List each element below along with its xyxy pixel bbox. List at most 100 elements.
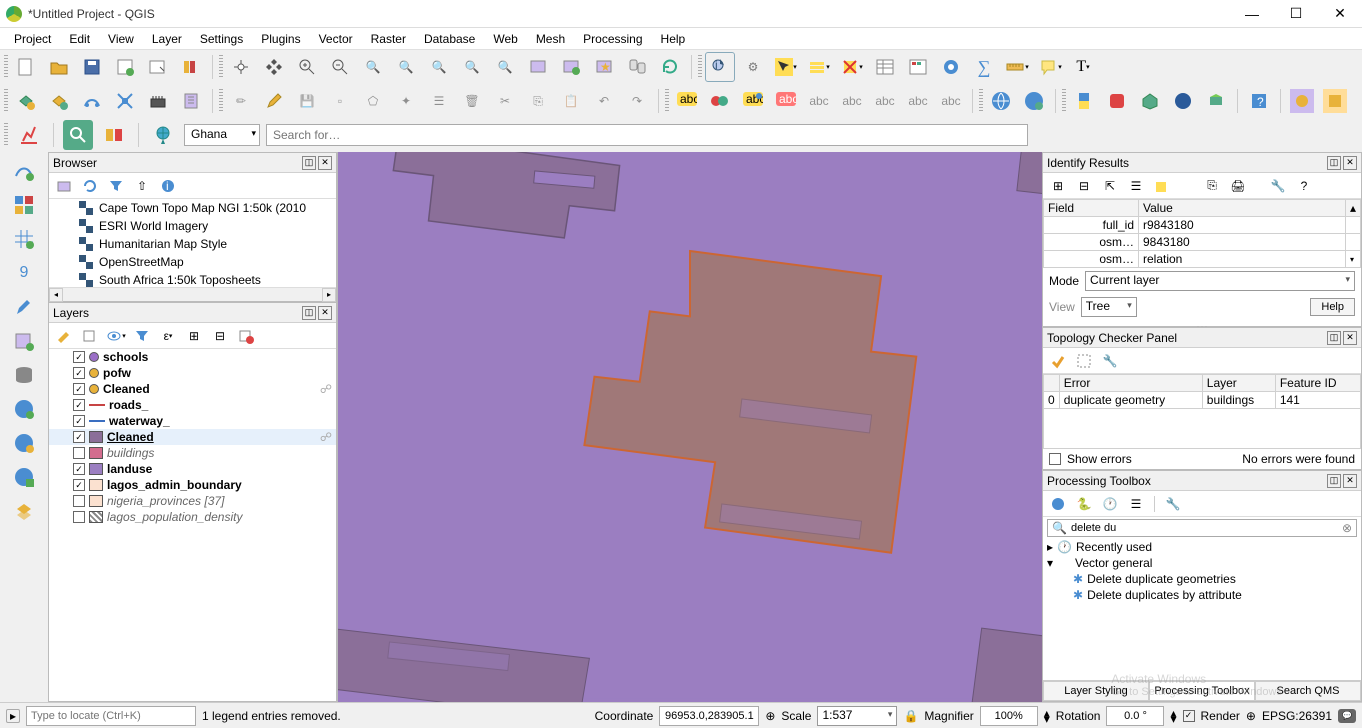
menu-mesh[interactable]: Mesh xyxy=(530,30,571,48)
show-bookmarks-button[interactable]: ★ xyxy=(589,52,619,82)
processing-search-input[interactable]: 🔍 ⊗ xyxy=(1047,519,1357,537)
layer-visibility-checkbox[interactable]: ✓ xyxy=(73,431,85,443)
toolbar-grip[interactable] xyxy=(4,55,8,79)
osm-download-button[interactable] xyxy=(986,86,1016,116)
menu-vector[interactable]: Vector xyxy=(313,30,359,48)
dock-button[interactable]: ◫ xyxy=(302,306,316,320)
layer-visibility-checkbox[interactable]: ✓ xyxy=(73,479,85,491)
pin-labels-button[interactable]: abc xyxy=(771,86,801,116)
menu-raster[interactable]: Raster xyxy=(365,30,412,48)
open-attribute-table-button[interactable] xyxy=(870,52,900,82)
layer-item[interactable]: ✓roads_ xyxy=(49,397,336,413)
zoom-last-button[interactable]: 🔍 xyxy=(457,52,487,82)
locator-input[interactable] xyxy=(26,706,196,726)
show-errors-checkbox[interactable] xyxy=(1049,453,1061,465)
copy-feature-icon[interactable]: ⎘ xyxy=(1201,175,1223,197)
layer-visibility-checkbox[interactable] xyxy=(73,447,85,459)
new-virtual-layer-button[interactable] xyxy=(176,86,206,116)
processing-panel-header[interactable]: Processing Toolbox ◫ ✕ xyxy=(1043,471,1361,491)
tab-search-qms[interactable]: Search QMS xyxy=(1255,681,1361,701)
layer-item[interactable]: ✓waterway_ xyxy=(49,413,336,429)
new-project-button[interactable] xyxy=(11,52,41,82)
toolbar-grip[interactable] xyxy=(219,89,223,113)
browser-scroll-h[interactable]: ◂▸ xyxy=(49,287,336,301)
python-console-button[interactable] xyxy=(1069,86,1099,116)
zoom-full-button[interactable]: 🔍 xyxy=(358,52,388,82)
collapse-all-icon[interactable]: ⇧ xyxy=(131,175,153,197)
toolbar-grip[interactable] xyxy=(4,123,8,147)
menu-settings[interactable]: Settings xyxy=(194,30,249,48)
add-group-icon[interactable] xyxy=(79,325,101,347)
browser-tree[interactable]: Cape Town Topo Map NGI 1:50k (2010 ESRI … xyxy=(49,199,336,287)
algorithm-delete-duplicates-by-attribute[interactable]: ✱Delete duplicates by attribute xyxy=(1043,587,1361,603)
help-button[interactable]: Help xyxy=(1310,298,1355,316)
add-vector-layer-icon[interactable] xyxy=(9,156,39,186)
menu-view[interactable]: View xyxy=(102,30,140,48)
properties-icon[interactable]: i xyxy=(157,175,179,197)
layer-item[interactable]: ✓pofw xyxy=(49,365,336,381)
select-by-value-button[interactable]: ▾ xyxy=(804,52,834,82)
menu-edit[interactable]: Edit xyxy=(63,30,96,48)
layer-item[interactable]: ✓schools xyxy=(49,349,336,365)
plugin-layers-icon[interactable] xyxy=(99,120,129,150)
add-delimited-text-icon[interactable]: 9 xyxy=(9,258,39,288)
menu-plugins[interactable]: Plugins xyxy=(255,30,306,48)
identify-features-button[interactable]: i xyxy=(705,52,735,82)
menu-processing[interactable]: Processing xyxy=(577,30,648,48)
menu-web[interactable]: Web xyxy=(487,30,523,48)
mode-dropdown[interactable]: Current layer xyxy=(1085,271,1355,291)
results-icon[interactable]: ☰ xyxy=(1125,493,1147,515)
manage-visibility-icon[interactable]: ▾ xyxy=(105,325,127,347)
refresh-button[interactable] xyxy=(655,52,685,82)
scale-dropdown[interactable]: 1:537 xyxy=(817,706,897,726)
close-button[interactable]: ✕ xyxy=(1318,0,1362,28)
model-designer-icon[interactable] xyxy=(1047,493,1069,515)
menu-database[interactable]: Database xyxy=(418,30,481,48)
layer-visibility-checkbox[interactable] xyxy=(73,495,85,507)
browser-panel-header[interactable]: Browser ◫ ✕ xyxy=(49,153,336,173)
messages-button[interactable]: 💬 xyxy=(1338,709,1356,723)
label-button[interactable]: abc xyxy=(672,86,702,116)
zoom-to-layer-button[interactable]: 🔍 xyxy=(424,52,454,82)
topology-errors-table[interactable]: ErrorLayerFeature ID 0duplicate geometry… xyxy=(1043,374,1361,409)
toolbar-grip[interactable] xyxy=(698,55,702,79)
expand-new-icon[interactable]: ⇱ xyxy=(1099,175,1121,197)
layer-visibility-checkbox[interactable] xyxy=(73,511,85,523)
add-postgis-icon[interactable] xyxy=(9,360,39,390)
maximize-button[interactable]: ☐ xyxy=(1274,0,1318,28)
toolbar-grip[interactable] xyxy=(979,89,983,113)
rotation-input[interactable] xyxy=(1106,706,1164,726)
dock-button[interactable]: ◫ xyxy=(1327,331,1341,345)
form-view-icon[interactable]: ☰ xyxy=(1125,175,1147,197)
render-checkbox[interactable]: ✓ xyxy=(1183,710,1195,722)
style-manager-button[interactable] xyxy=(176,52,206,82)
collapse-icon[interactable]: ▾ xyxy=(1047,556,1053,570)
add-mesh-layer-icon[interactable] xyxy=(9,224,39,254)
field-calculator-button[interactable] xyxy=(903,52,933,82)
new-geopackage-button[interactable] xyxy=(110,86,140,116)
pan-button[interactable] xyxy=(226,52,256,82)
close-panel-button[interactable]: ✕ xyxy=(1343,474,1357,488)
toolbox-button[interactable] xyxy=(936,52,966,82)
pan-to-selection-button[interactable] xyxy=(259,52,289,82)
add-wms-icon[interactable] xyxy=(9,394,39,424)
layer-item[interactable]: ✓landuse xyxy=(49,461,336,477)
dock-button[interactable]: ◫ xyxy=(1327,156,1341,170)
filter-icon[interactable] xyxy=(105,175,127,197)
clear-results-icon[interactable] xyxy=(1151,175,1173,197)
toolbar-grip[interactable] xyxy=(1062,89,1066,113)
dock-button[interactable]: ◫ xyxy=(302,156,316,170)
collapse-all-icon[interactable]: ⊟ xyxy=(209,325,231,347)
log-messages-button[interactable]: ▸ xyxy=(6,709,20,723)
processing-tree[interactable]: ▸🕐Recently used ▾Vector general ✱Delete … xyxy=(1043,539,1361,680)
help-icon[interactable]: ? xyxy=(1293,175,1315,197)
new-print-layout-button[interactable] xyxy=(110,52,140,82)
plugin-b-button[interactable] xyxy=(1135,86,1165,116)
configure-icon[interactable]: 🔧 xyxy=(1099,350,1121,372)
highlight-pinned-button[interactable]: abc xyxy=(738,86,768,116)
crs-icon[interactable]: ⊕ xyxy=(1246,709,1256,723)
plugin-e-button[interactable] xyxy=(1287,86,1317,116)
layer-item[interactable]: ✓Cleaned☍ xyxy=(49,429,336,445)
add-wfs-icon[interactable] xyxy=(9,462,39,492)
magnifier-input[interactable] xyxy=(980,706,1038,726)
